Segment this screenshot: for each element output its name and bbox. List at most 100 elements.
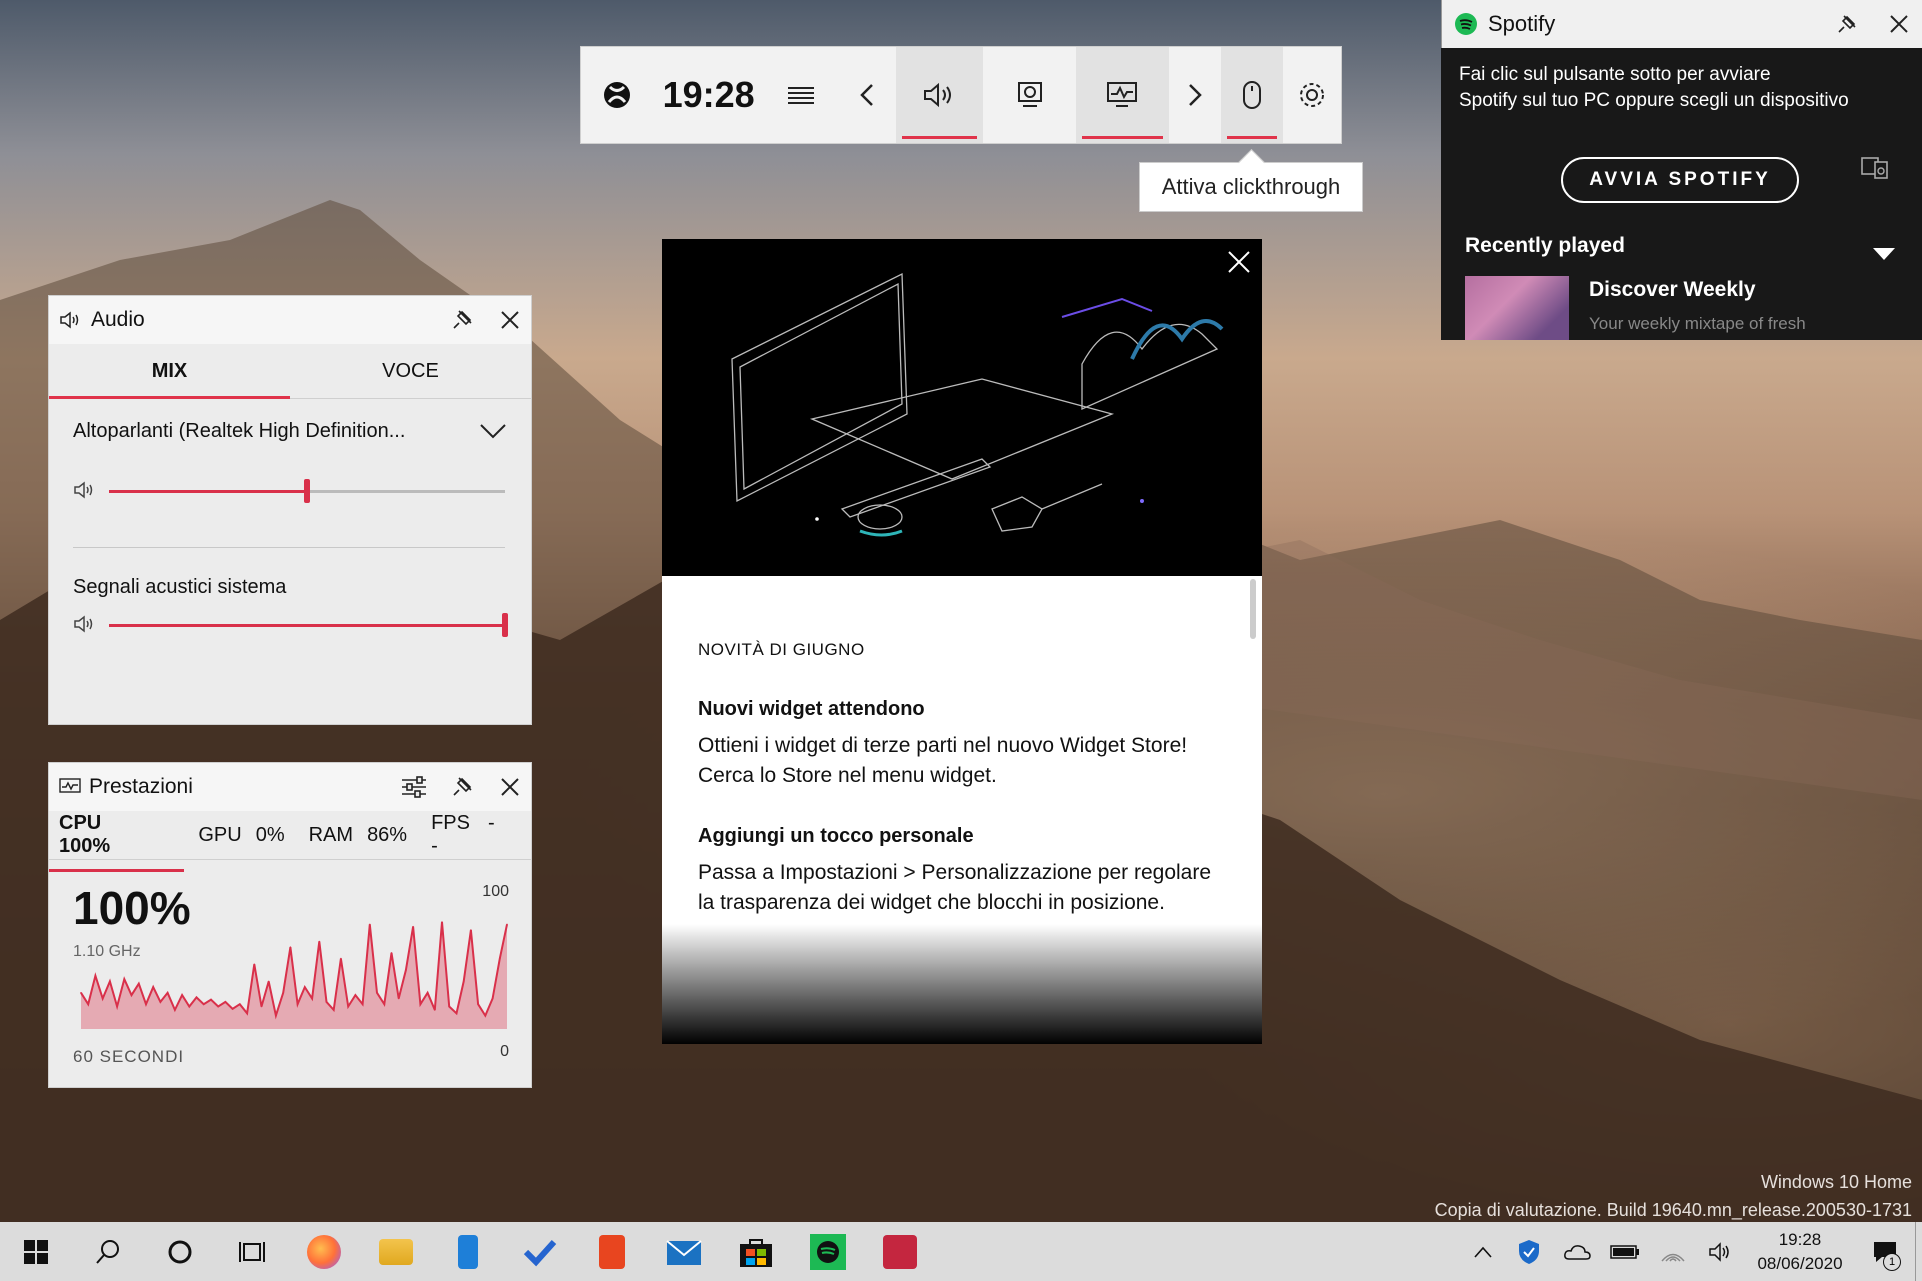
tab-gpu[interactable]: GPU 0% [198,824,284,847]
tray-battery[interactable] [1601,1222,1649,1281]
chevron-down-icon[interactable] [479,422,507,440]
cpu-point [109,980,111,983]
scroll-left-button[interactable] [838,47,896,143]
search-button[interactable] [72,1222,144,1281]
cpu-point [426,992,429,994]
cpu-point [491,997,494,1000]
cpu-point [188,1005,191,1008]
performance-widget-button[interactable] [1076,47,1169,143]
cpu-chart [80,921,508,1029]
xbox-button[interactable] [581,47,653,143]
cpu-point [470,929,472,931]
performance-title: Prestazioni [89,775,193,798]
battery-icon [1610,1244,1639,1259]
scrollbar-thumb[interactable] [1250,579,1256,639]
tray-defender[interactable] [1505,1222,1553,1281]
cpu-point [311,997,313,1000]
tray-onedrive[interactable] [1553,1222,1601,1281]
news-content: NOVITÀ DI GIUGNO Nuovi widget attendono … [662,576,1262,918]
tab-cpu[interactable]: CPU 100% [49,812,185,872]
close-icon[interactable] [1888,13,1910,35]
speaker-icon [1709,1241,1729,1262]
taskbar-office[interactable] [576,1222,648,1281]
pin-icon[interactable] [451,308,475,332]
devices-icon[interactable] [1861,156,1889,180]
settings-button[interactable] [1283,47,1341,143]
watermark-line: Windows 10 Home [1760,1172,1912,1192]
close-icon[interactable] [499,309,521,331]
news-paragraph: Ottieni i widget di terze parti nel nuov… [698,734,1188,787]
tray-overflow-button[interactable] [1461,1222,1505,1281]
cpu-point [332,1009,335,1011]
taskbar-app-red[interactable] [864,1222,936,1281]
start-spotify-button[interactable]: AVVIA SPOTIFY [1561,157,1799,203]
cpu-point [210,998,212,1001]
output-device-select[interactable]: Altoparlanti (Realtek High Definition... [73,420,405,443]
tab-ram[interactable]: RAM 86% [309,824,407,847]
pin-icon[interactable] [451,775,475,799]
taskbar-store[interactable] [720,1222,792,1281]
taskbar-firefox[interactable] [288,1222,360,1281]
cpu-point [260,1005,263,1008]
message-line: Spotify sul tuo PC oppure scegli un disp… [1459,90,1849,111]
chart-min-label: 0 [500,1043,509,1060]
audio-tabs: MIX VOCE [49,344,531,399]
cpu-point [231,1008,234,1010]
tab-voce[interactable]: VOCE [290,344,531,398]
volume-icon[interactable] [73,614,97,634]
cpu-point [253,963,256,966]
volume-icon[interactable] [73,480,97,500]
audio-widget-button[interactable] [896,47,984,143]
widget-menu-button[interactable] [765,47,839,143]
chevron-down-icon[interactable] [1871,246,1897,262]
slider-thumb[interactable] [502,613,508,637]
scroll-right-button[interactable] [1169,47,1221,143]
store-icon [740,1238,772,1267]
tab-mix[interactable]: MIX [49,344,290,399]
stat-value: 100% [59,835,111,857]
show-desktop-button[interactable] [1915,1222,1922,1281]
device-volume-slider[interactable] [109,479,505,503]
taskbar-phone[interactable] [432,1222,504,1281]
playlist-thumbnail[interactable] [1465,276,1569,340]
close-icon[interactable] [1226,249,1252,275]
pin-icon[interactable] [1836,13,1858,35]
task-view-button[interactable] [216,1222,288,1281]
wifi-icon [1661,1253,1685,1262]
action-center-button[interactable]: 1 [1855,1222,1915,1281]
close-icon[interactable] [499,776,521,798]
scroll-fade [662,924,1262,1044]
system-volume-slider[interactable] [109,613,508,637]
tray-network[interactable] [1649,1222,1697,1281]
performance-header: Prestazioni [49,763,531,811]
start-button[interactable] [0,1222,72,1281]
cpu-point [296,1003,299,1005]
cpu-point [405,969,407,971]
clock-time: 19:28 [1778,1229,1822,1249]
slider-thumb[interactable] [304,479,310,503]
tab-fps[interactable]: FPS -- [431,812,497,858]
options-icon[interactable] [401,776,427,798]
cpu-point [369,923,371,926]
clickthrough-tooltip: Attiva clickthrough [1139,162,1363,212]
cpu-point [138,982,140,985]
notification-count-badge: 1 [1883,1253,1901,1271]
whats-new-window: NOVITÀ DI GIUGNO Nuovi widget attendono … [662,239,1262,1044]
search-icon [96,1239,119,1264]
taskbar-todo[interactable] [504,1222,576,1281]
cpu-point [246,1012,248,1015]
cpu-point [340,957,342,960]
cortana-button[interactable] [144,1222,216,1281]
taskbar-spotify[interactable] [792,1222,864,1281]
taskbar-file-explorer[interactable] [360,1222,432,1281]
taskbar-mail[interactable] [648,1222,720,1281]
cloud-icon [1564,1244,1591,1260]
playlist-title[interactable]: Discover Weekly [1589,278,1756,302]
chevron-left-icon [860,84,874,106]
taskbar-clock[interactable]: 19:28 08/06/2020 [1745,1228,1855,1276]
mouse-icon [1243,81,1262,109]
clickthrough-button[interactable] [1221,47,1283,143]
capture-widget-button[interactable] [983,47,1076,143]
tray-volume[interactable] [1697,1222,1745,1281]
cpu-point [130,994,133,996]
